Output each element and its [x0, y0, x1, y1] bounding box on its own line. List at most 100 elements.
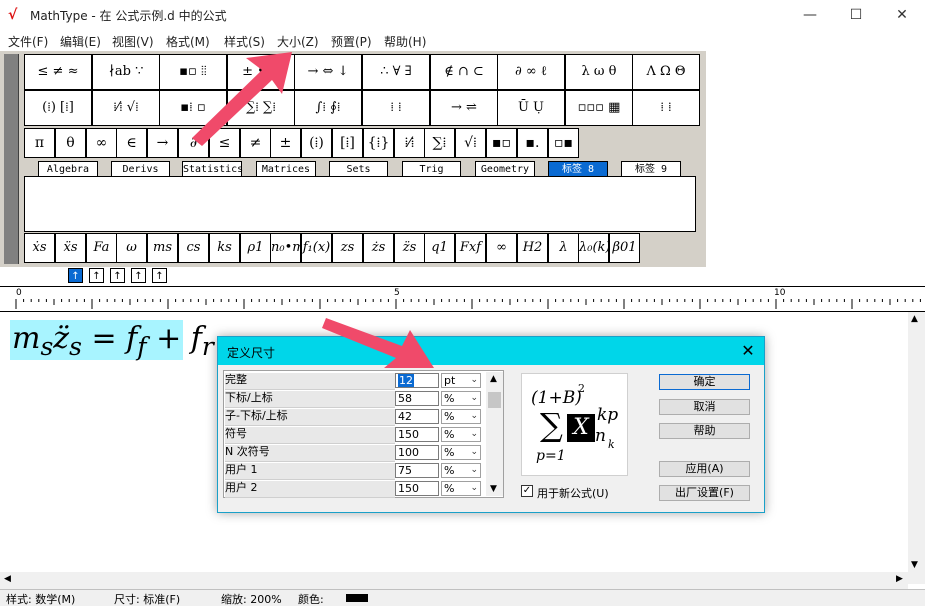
size-unit-select[interactable]: % ⌄: [441, 391, 481, 406]
tab-9[interactable]: 标签 9: [621, 161, 681, 176]
symbol-button-17[interactable]: ▪.: [517, 128, 548, 158]
size-unit-select[interactable]: % ⌄: [441, 445, 481, 460]
tab-5[interactable]: Sets: [329, 161, 388, 176]
palette-button-row2-5[interactable]: ∫⁞ ∮⁞: [294, 90, 362, 126]
size-unit-select[interactable]: % ⌄: [441, 481, 481, 496]
size-button-5[interactable]: ↑: [152, 268, 167, 283]
symbol-button-8[interactable]: ≠: [240, 128, 271, 158]
tab-7[interactable]: Geometry: [475, 161, 535, 176]
menu-file[interactable]: 文件(F): [8, 33, 48, 50]
symbol-button-6[interactable]: ∂: [178, 128, 209, 158]
palette-button-row1-10[interactable]: Λ Ω Θ: [632, 54, 700, 90]
symbol-button-1[interactable]: π: [24, 128, 55, 158]
template-button-16[interactable]: ∞: [486, 233, 517, 263]
menu-format[interactable]: 格式(M): [166, 33, 210, 50]
symbol-button-13[interactable]: ⁞⁄⁞: [394, 128, 425, 158]
symbol-button-3[interactable]: ∞: [86, 128, 117, 158]
template-button-4[interactable]: ω: [116, 233, 147, 263]
palette-button-row1-1[interactable]: ≤ ≠ ≈: [24, 54, 92, 90]
size-button-1[interactable]: ↑: [68, 268, 83, 283]
dialog-title-bar[interactable]: [218, 337, 764, 365]
template-button-12[interactable]: żs: [363, 233, 394, 263]
symbol-button-16[interactable]: ▪▫: [486, 128, 517, 158]
size-value-input[interactable]: 75: [395, 463, 439, 478]
palette-button-row1-3[interactable]: ▪▫ ⦙⦙: [159, 54, 227, 90]
palette-button-row1-7[interactable]: ∉ ∩ ⊂: [430, 54, 498, 90]
template-button-5[interactable]: ms: [147, 233, 178, 263]
palette-button-row2-9[interactable]: ▫▫▫ ▦: [565, 90, 633, 126]
template-button-10[interactable]: f₁(x): [301, 233, 332, 263]
template-button-17[interactable]: H2: [517, 233, 548, 263]
template-button-15[interactable]: Fxf: [455, 233, 486, 263]
factory-settings-button[interactable]: 出厂设置(F): [659, 485, 750, 501]
horizontal-scrollbar[interactable]: [0, 572, 908, 589]
size-value-input[interactable]: 150: [395, 427, 439, 442]
tab-8[interactable]: 标签 8: [548, 161, 608, 176]
size-unit-select[interactable]: pt ⌄: [441, 373, 481, 388]
scroll-down-icon[interactable]: ▼: [911, 560, 918, 570]
palette-button-row2-6[interactable]: ⁞ ⁞: [362, 90, 430, 126]
symbol-button-12[interactable]: {⁞}: [363, 128, 394, 158]
symbol-button-7[interactable]: ≤: [209, 128, 240, 158]
menu-edit[interactable]: 编辑(E): [60, 33, 101, 50]
template-button-8[interactable]: ρ1: [240, 233, 271, 263]
help-button[interactable]: 帮助: [659, 423, 750, 439]
size-unit-select[interactable]: % ⌄: [441, 427, 481, 442]
size-value-input[interactable]: 42: [395, 409, 439, 424]
template-button-7[interactable]: ks: [209, 233, 240, 263]
palette-button-row1-2[interactable]: ∤ab ∵: [92, 54, 160, 90]
minimize-button[interactable]: —: [787, 0, 833, 31]
template-button-20[interactable]: β01: [609, 233, 640, 263]
template-button-19[interactable]: λ₀(k): [578, 233, 610, 263]
apply-button[interactable]: 应用(A): [659, 461, 750, 477]
tab-6[interactable]: Trig: [402, 161, 461, 176]
menu-style[interactable]: 样式(S): [224, 33, 265, 50]
dialog-close-icon[interactable]: ✕: [737, 340, 759, 362]
toolbar-grip[interactable]: [4, 54, 19, 264]
palette-button-row1-4[interactable]: ± • ⊗: [227, 54, 295, 90]
symbol-button-4[interactable]: ∈: [116, 128, 147, 158]
template-button-9[interactable]: n₀•m: [270, 233, 305, 263]
symbol-button-11[interactable]: [⁞]: [332, 128, 363, 158]
use-for-new-checkbox[interactable]: ✓: [521, 485, 533, 497]
template-button-3[interactable]: Fa: [86, 233, 117, 263]
palette-button-row2-4[interactable]: ∑⁞ ∑⁞: [227, 90, 295, 126]
size-value-input[interactable]: 150: [395, 481, 439, 496]
palette-button-row2-7[interactable]: → ⇌: [430, 90, 498, 126]
tab-1[interactable]: Algebra: [38, 161, 98, 176]
symbol-button-5[interactable]: →: [147, 128, 178, 158]
close-button[interactable]: ✕: [879, 0, 925, 31]
symbol-button-2[interactable]: θ: [55, 128, 86, 158]
tab-3[interactable]: Statistics: [182, 161, 243, 176]
template-button-6[interactable]: cs: [178, 233, 209, 263]
template-button-13[interactable]: z̈s: [394, 233, 425, 263]
symbol-button-9[interactable]: ±: [270, 128, 301, 158]
scroll-up-icon[interactable]: ▲: [911, 314, 918, 324]
size-list-scrollbar[interactable]: [486, 372, 503, 496]
scroll-left-icon[interactable]: ◀: [4, 574, 11, 584]
tab-2[interactable]: Derivs: [111, 161, 170, 176]
size-button-2[interactable]: ↑: [89, 268, 104, 283]
symbol-button-10[interactable]: (⁞): [301, 128, 332, 158]
size-value-input[interactable]: 58: [395, 391, 439, 406]
size-value-input[interactable]: 12: [395, 373, 439, 388]
size-button-4[interactable]: ↑: [131, 268, 146, 283]
maximize-button[interactable]: ☐: [833, 0, 879, 31]
scroll-right-icon[interactable]: ▶: [896, 574, 903, 584]
template-button-18[interactable]: λ: [548, 233, 579, 263]
palette-button-row1-9[interactable]: λ ω θ: [565, 54, 633, 90]
size-unit-select[interactable]: % ⌄: [441, 463, 481, 478]
template-button-14[interactable]: q1: [424, 233, 455, 263]
ok-button[interactable]: 确定: [659, 374, 750, 390]
template-button-1[interactable]: ẋs: [24, 233, 55, 263]
vertical-scrollbar[interactable]: [908, 312, 925, 584]
symbol-button-18[interactable]: ▫▪: [548, 128, 579, 158]
palette-button-row2-1[interactable]: (⁞) [⁞]: [24, 90, 92, 126]
template-button-2[interactable]: ẍs: [55, 233, 86, 263]
menu-view[interactable]: 视图(V): [112, 33, 154, 50]
size-button-3[interactable]: ↑: [110, 268, 125, 283]
menu-preferences[interactable]: 预置(P): [331, 33, 372, 50]
size-value-input[interactable]: 100: [395, 445, 439, 460]
template-button-11[interactable]: zs: [332, 233, 363, 263]
palette-button-row1-8[interactable]: ∂ ∞ ℓ: [497, 54, 565, 90]
